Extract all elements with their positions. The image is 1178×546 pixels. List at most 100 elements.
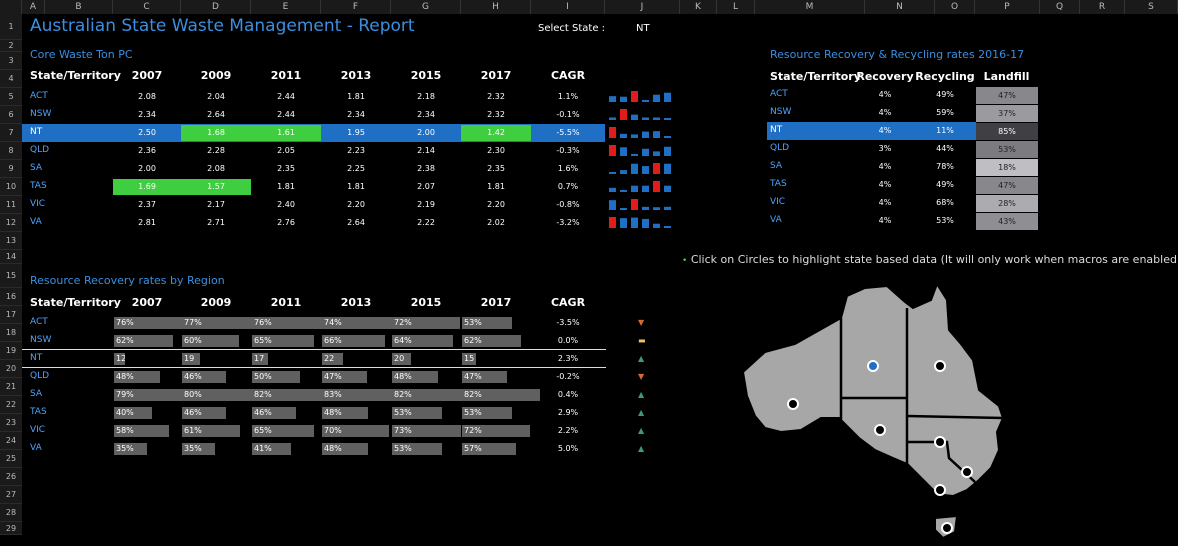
core-state-label[interactable]: NT	[30, 127, 42, 137]
column-header[interactable]: J	[605, 0, 680, 14]
column-header[interactable]: S	[1125, 0, 1178, 14]
row-header[interactable]: 16	[0, 288, 22, 306]
region-bar: 74%	[322, 317, 392, 329]
column-header[interactable]: R	[1080, 0, 1125, 14]
column-header[interactable]: L	[717, 0, 755, 14]
row-header[interactable]: 15	[0, 264, 22, 288]
row-header[interactable]: 25	[0, 450, 22, 468]
row-header[interactable]: 1	[0, 14, 22, 40]
row-header[interactable]: 17	[0, 306, 22, 324]
core-cagr: -0.1%	[556, 110, 580, 119]
row-header[interactable]: 22	[0, 396, 22, 414]
rec-state-label[interactable]: NT	[770, 125, 782, 135]
region-state-label[interactable]: ACT	[30, 317, 48, 327]
column-header[interactable]: D	[181, 0, 251, 14]
column-header[interactable]: I	[531, 0, 605, 14]
row-header[interactable]: 23	[0, 414, 22, 432]
core-value: 2.32	[487, 110, 505, 119]
region-heading: Resource Recovery rates by Region	[30, 274, 225, 287]
trend-flat-icon: ▬	[638, 336, 646, 345]
column-header[interactable]: P	[975, 0, 1040, 14]
core-state-label[interactable]: SA	[30, 163, 42, 173]
core-value: 1.68	[207, 128, 225, 137]
core-value: 2.07	[417, 182, 435, 191]
region-state-label[interactable]: VA	[30, 443, 42, 453]
state-circle-icon[interactable]	[874, 424, 886, 436]
select-state-value[interactable]: NT	[636, 23, 650, 34]
row-header[interactable]: 28	[0, 504, 22, 522]
row-header[interactable]: 3	[0, 52, 22, 70]
column-header[interactable]: N	[865, 0, 935, 14]
region-state-label[interactable]: QLD	[30, 371, 49, 381]
row-header[interactable]: 20	[0, 360, 22, 378]
rec-landfill: 28%	[976, 195, 1038, 212]
row-header[interactable]: 27	[0, 486, 22, 504]
region-state-label[interactable]: NT	[30, 353, 42, 363]
core-state-label[interactable]: NSW	[30, 109, 51, 119]
state-circle-icon[interactable]	[934, 360, 946, 372]
core-value: 2.00	[417, 128, 435, 137]
rec-state-label[interactable]: VIC	[770, 197, 785, 207]
row-header[interactable]: 7	[0, 124, 22, 142]
row-header[interactable]: 18	[0, 324, 22, 342]
state-circle-icon[interactable]	[934, 484, 946, 496]
select-all-corner[interactable]	[0, 0, 22, 14]
core-value: 1.42	[487, 128, 505, 137]
column-header[interactable]: M	[755, 0, 865, 14]
rec-state-label[interactable]: NSW	[770, 107, 791, 117]
sparkline-bar	[609, 172, 616, 174]
rec-state-label[interactable]: TAS	[770, 179, 787, 189]
row-header[interactable]: 5	[0, 88, 22, 106]
column-header[interactable]: E	[251, 0, 321, 14]
column-header[interactable]: B	[45, 0, 113, 14]
state-circle-icon[interactable]	[941, 522, 953, 534]
state-circle-icon[interactable]	[787, 398, 799, 410]
region-bar: 66%	[322, 335, 385, 347]
core-header-year: 2015	[410, 69, 442, 82]
row-header[interactable]: 24	[0, 432, 22, 450]
rec-state-label[interactable]: VA	[770, 215, 782, 225]
row-header[interactable]: 4	[0, 70, 22, 88]
row-header[interactable]: 10	[0, 178, 22, 196]
rec-state-label[interactable]: QLD	[770, 143, 789, 153]
region-state-label[interactable]: TAS	[30, 407, 47, 417]
region-state-label[interactable]: VIC	[30, 425, 45, 435]
column-header[interactable]: K	[680, 0, 717, 14]
state-circle-icon[interactable]	[867, 360, 879, 372]
sparkline-bar	[620, 133, 627, 138]
column-header[interactable]: F	[321, 0, 391, 14]
column-header[interactable]: O	[935, 0, 975, 14]
core-state-label[interactable]: QLD	[30, 145, 49, 155]
rec-state-label[interactable]: ACT	[770, 89, 788, 99]
column-header[interactable]: H	[461, 0, 531, 14]
rec-state-label[interactable]: SA	[770, 161, 782, 171]
trend-up-icon: ▲	[638, 426, 645, 435]
region-cagr: 0.4%	[557, 390, 579, 399]
column-header[interactable]: C	[113, 0, 181, 14]
row-header[interactable]: 6	[0, 106, 22, 124]
region-header: 2015	[410, 296, 442, 309]
core-state-label[interactable]: VA	[30, 217, 42, 227]
region-state-label[interactable]: NSW	[30, 335, 51, 345]
state-circle-icon[interactable]	[961, 466, 973, 478]
row-header[interactable]: 19	[0, 342, 22, 360]
row-header[interactable]: 9	[0, 160, 22, 178]
row-header[interactable]: 26	[0, 468, 22, 486]
core-state-label[interactable]: TAS	[30, 181, 47, 191]
region-state-label[interactable]: SA	[30, 389, 42, 399]
core-state-label[interactable]: ACT	[30, 91, 48, 101]
row-header[interactable]: 8	[0, 142, 22, 160]
row-header[interactable]: 11	[0, 196, 22, 214]
row-header[interactable]: 29	[0, 522, 22, 535]
row-header[interactable]: 12	[0, 214, 22, 232]
row-header[interactable]: 13	[0, 232, 22, 250]
column-header[interactable]: G	[391, 0, 461, 14]
column-header[interactable]: Q	[1040, 0, 1080, 14]
row-header[interactable]: 14	[0, 250, 22, 264]
core-value: 2.08	[207, 164, 225, 173]
state-circle-icon[interactable]	[934, 436, 946, 448]
row-header[interactable]: 21	[0, 378, 22, 396]
column-header[interactable]: A	[22, 0, 45, 14]
core-state-label[interactable]: VIC	[30, 199, 45, 209]
row-header[interactable]: 2	[0, 40, 22, 52]
